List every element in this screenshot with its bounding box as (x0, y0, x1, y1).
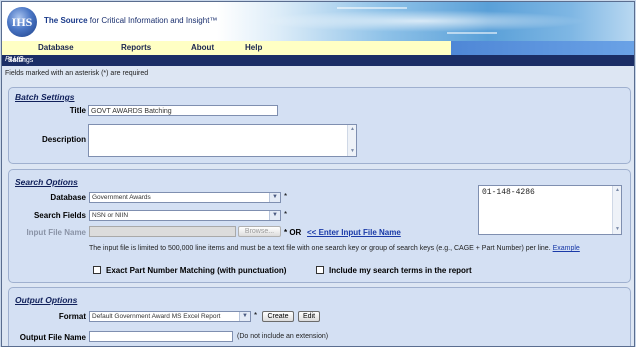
edit-button[interactable]: Edit (298, 311, 320, 322)
or-label: * OR (284, 228, 302, 237)
input-file-note-text: The input file is limited to 500,000 lin… (89, 245, 551, 252)
title-input[interactable]: GOVT AWARDS Batching (88, 105, 278, 116)
batch-settings-panel: Batch Settings Title GOVT AWARDS Batchin… (8, 87, 631, 164)
search-fields-select-value: NSN or NIIN (92, 212, 129, 219)
required-note: Fields marked with an asterisk (*) are r… (5, 70, 149, 77)
menu-bar: Database Reports About Help (2, 41, 634, 55)
ihs-logo: IHS (7, 7, 37, 37)
search-fields-required-star: * (284, 210, 288, 219)
search-keys-value: 01-148-4286 (482, 188, 535, 197)
chevron-down-icon: ▼ (269, 193, 280, 202)
menu-database[interactable]: Database (38, 43, 74, 52)
batch-settings-heading: Batch Settings (15, 92, 75, 102)
search-keys-scrollbar[interactable]: ▲ ▼ (612, 186, 621, 234)
page-title-suffix: Settings (8, 57, 34, 64)
database-required-star: * (284, 192, 288, 201)
scroll-down-icon[interactable]: ▼ (614, 226, 621, 233)
format-select[interactable]: Default Government Award MS Excel Report… (89, 311, 251, 322)
output-file-hint: (Do not include an extension) (237, 333, 329, 340)
scroll-down-icon[interactable]: ▼ (349, 148, 356, 155)
menu-bar-accent (451, 41, 634, 55)
banner-glow (257, 10, 587, 32)
tagline-brand: The Source (44, 16, 88, 25)
description-textarea[interactable]: ▲ ▼ (88, 124, 357, 157)
enter-input-file-link[interactable]: << Enter Input File Name (307, 228, 401, 237)
header-banner (217, 2, 634, 41)
app-window: IHS The Source for Critical Information … (1, 1, 635, 347)
output-file-label: Output File Name (19, 333, 86, 342)
include-terms-label: Include my search terms in the report (329, 266, 472, 275)
database-select[interactable]: Government Awards ▼ (89, 192, 281, 203)
menu-about[interactable]: About (191, 43, 214, 52)
chevron-down-icon: ▼ (269, 211, 280, 220)
search-options-panel: Search Options Database Government Award… (8, 169, 631, 283)
scroll-up-icon[interactable]: ▲ (349, 126, 356, 133)
banner-circuit-line (447, 32, 497, 34)
input-file-field (89, 226, 236, 237)
database-label: Database (50, 193, 86, 202)
example-link[interactable]: Example (553, 245, 580, 252)
header: IHS The Source for Critical Information … (2, 2, 634, 41)
format-label: Format (58, 312, 86, 321)
output-options-heading: Output Options (15, 295, 78, 305)
format-select-value: Default Government Award MS Excel Report (92, 313, 221, 320)
page-title-bar: Batch PLUS Settings (2, 55, 634, 66)
menu-help[interactable]: Help (245, 43, 262, 52)
database-select-value: Government Awards (92, 194, 151, 201)
include-terms-checkbox[interactable] (316, 266, 324, 274)
output-options-panel: Output Options Format Default Government… (8, 287, 631, 346)
search-keys-textarea[interactable]: 01-148-4286 ▲ ▼ (478, 185, 622, 235)
tagline-rest: for Critical Information and Insight™ (87, 16, 218, 25)
search-fields-select[interactable]: NSN or NIIN ▼ (89, 210, 281, 221)
page-title: Batch PLUS Settings (5, 56, 33, 64)
menu-reports[interactable]: Reports (121, 43, 151, 52)
tagline: The Source for Critical Information and … (44, 16, 217, 25)
input-file-note: The input file is limited to 500,000 lin… (89, 244, 614, 254)
banner-circuit-line (337, 7, 407, 9)
title-label: Title (69, 106, 86, 115)
exact-match-label: Exact Part Number Matching (with punctua… (106, 266, 287, 275)
input-file-label: Input File Name (26, 228, 86, 237)
format-required-star: * (254, 311, 258, 320)
search-fields-label: Search Fields (33, 211, 86, 220)
description-scrollbar[interactable]: ▲ ▼ (347, 125, 356, 156)
exact-match-checkbox[interactable] (93, 266, 101, 274)
description-label: Description (41, 135, 86, 144)
chevron-down-icon: ▼ (239, 312, 250, 321)
output-file-input[interactable] (89, 331, 233, 342)
scroll-up-icon[interactable]: ▲ (614, 187, 621, 194)
create-button[interactable]: Create (262, 311, 294, 322)
search-options-heading: Search Options (15, 177, 78, 187)
browse-button: Browse... (238, 226, 281, 237)
